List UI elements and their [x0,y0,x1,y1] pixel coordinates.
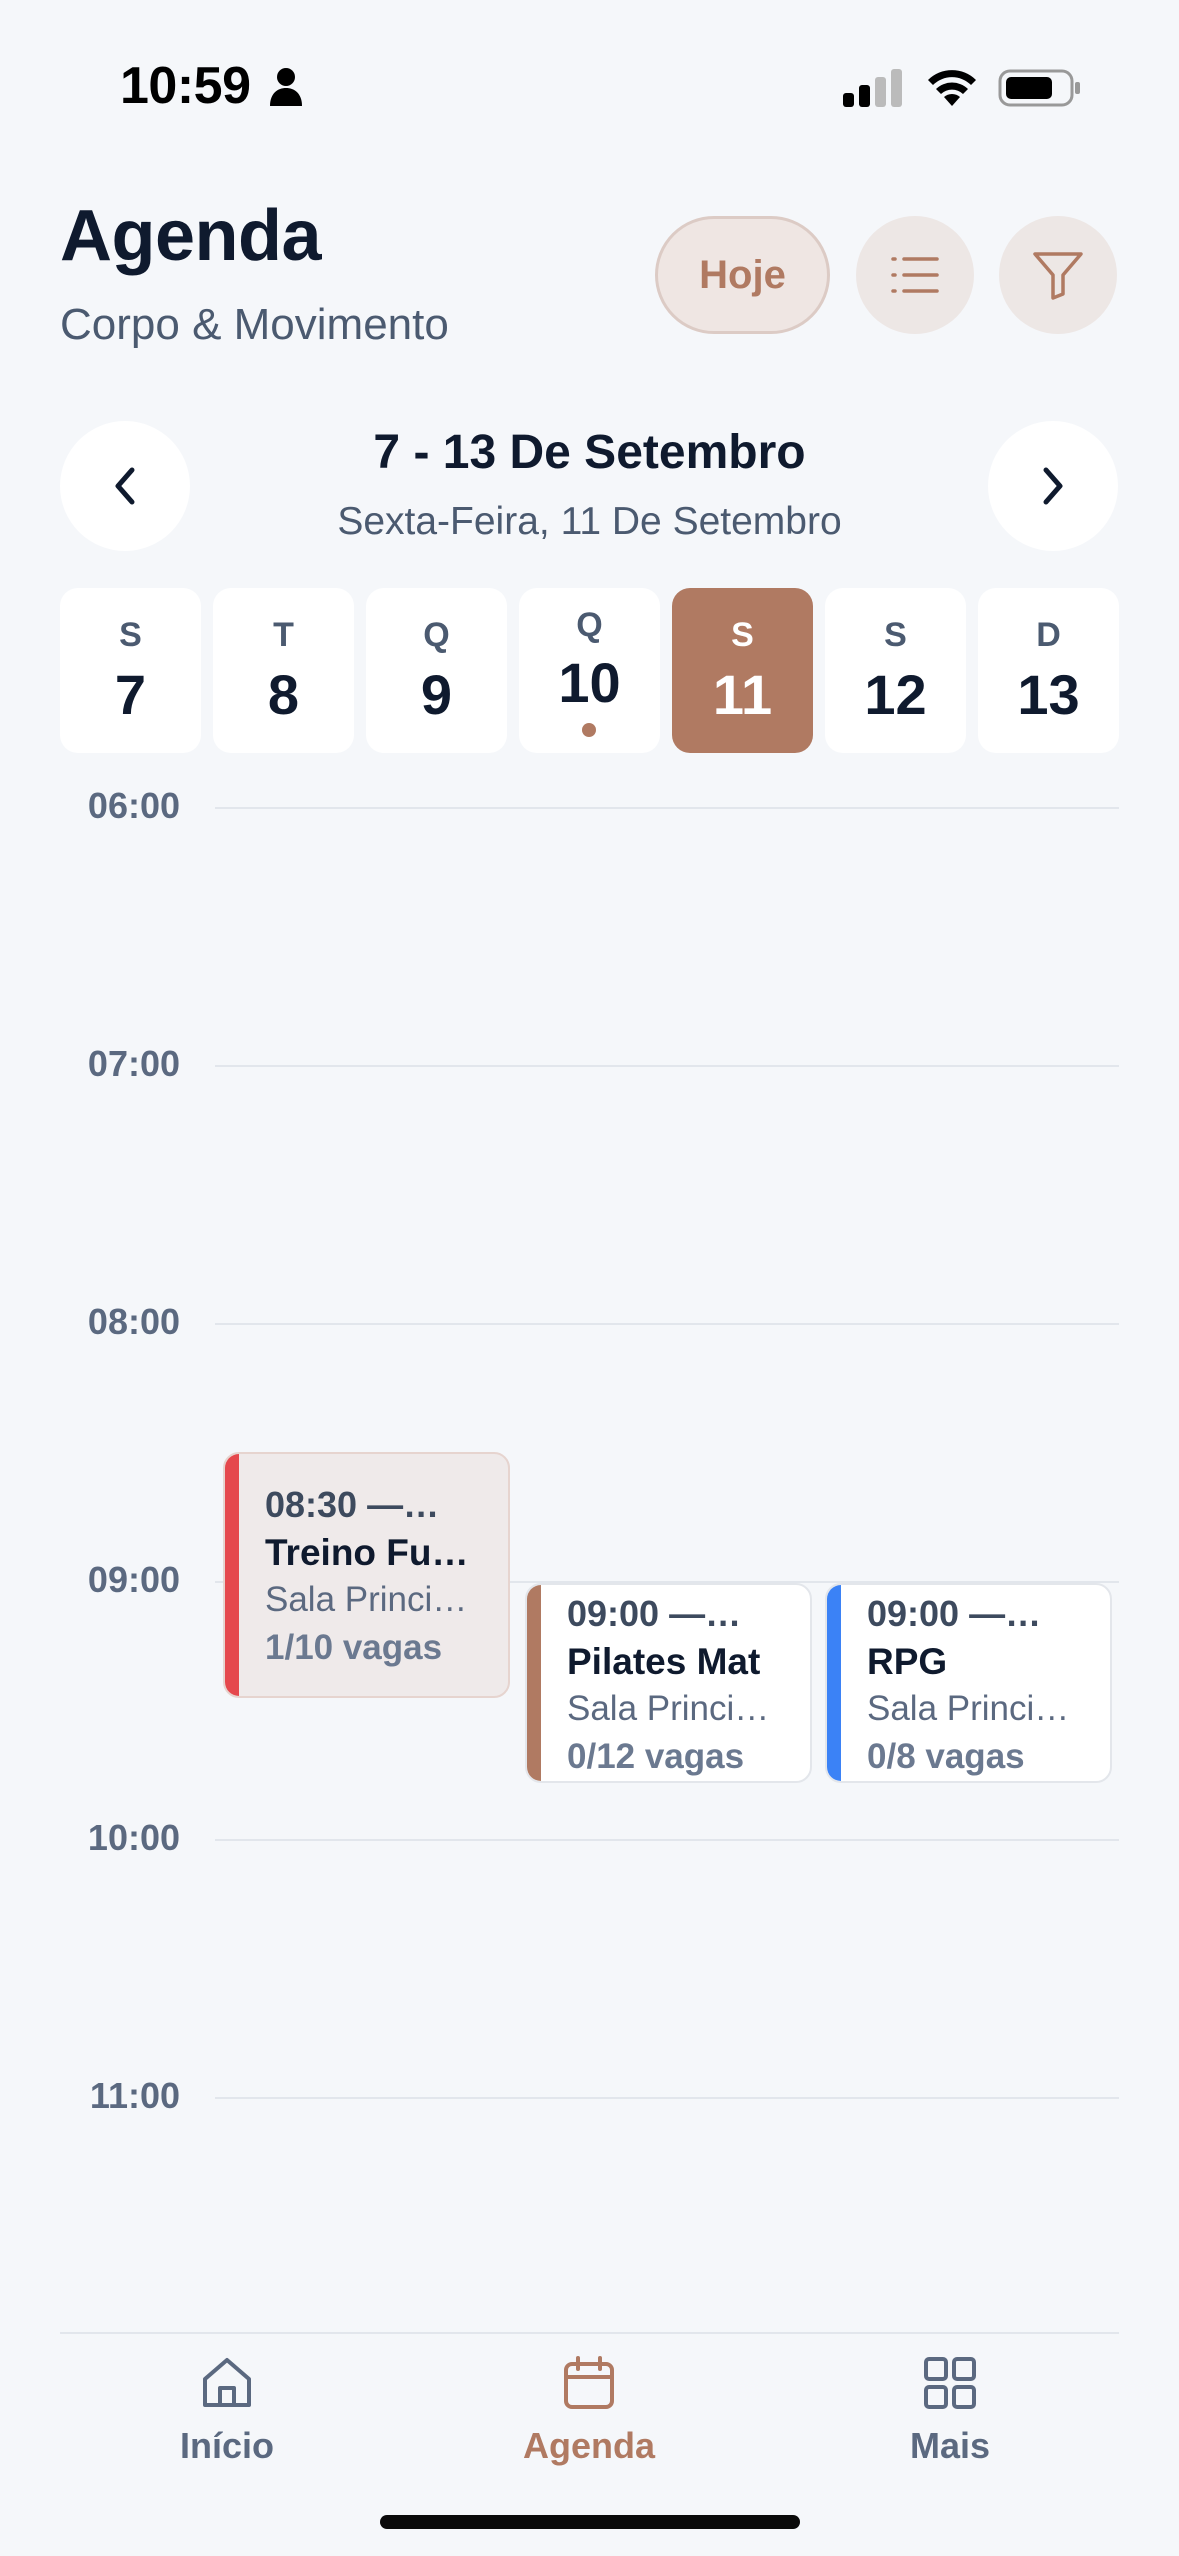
previous-week-button[interactable] [60,421,190,551]
event-title: Pilates Mat [567,1641,761,1682]
day-letter: S [119,616,142,654]
event-room: Sala Princi… [567,1689,770,1728]
agenda-screen: 10:59 Agenda Corpo & Movimento Hoje 7 - … [0,0,1179,2556]
event-title: Treino Fu… [265,1532,469,1573]
tab-inicio[interactable]: Início [107,2355,347,2485]
home-indicator[interactable] [380,2515,800,2529]
day-letter: S [884,616,907,654]
event-spots: 0/12 vagas [567,1737,745,1776]
event-spots: 1/10 vagas [265,1628,443,1667]
hour-label: 06:00 [87,785,180,826]
list-icon [891,257,939,293]
day-letter: Q [423,616,450,654]
day-number: 13 [1017,663,1080,726]
studio-name: Corpo & Movimento [60,300,449,349]
day-8[interactable]: T 8 [213,588,354,753]
day-letter: D [1036,616,1061,654]
hour-gridline [215,1065,1119,1067]
status-bar: 10:59 [0,0,1179,170]
hour-gridline [215,807,1119,809]
event-card-pilates[interactable]: 09:00 —… Pilates Mat Sala Princi… 0/12 v… [525,1583,812,1783]
day-letter: Q [576,606,603,644]
week-range: 7 - 13 De Setembro [373,426,806,479]
day-letter: S [731,616,754,654]
day-selector: S 7 T 8 Q 9 Q 10 S 11 S 12 D 13 [60,588,1120,753]
event-card-rpg[interactable]: 09:00 —… RPG Sala Princi… 0/8 vagas [825,1583,1112,1783]
day-9[interactable]: Q 9 [366,588,507,753]
tab-bar-divider [60,2332,1119,2334]
wifi-icon [928,70,976,106]
event-time: 08:30 —… [265,1484,440,1525]
tab-label: Agenda [522,2425,655,2466]
status-time: 10:59 [120,57,251,115]
events-indicator-dot [582,723,596,737]
hour-label: 09:00 [87,1559,180,1600]
chevron-left-icon [115,467,135,505]
event-accent-bar [225,1454,239,1696]
hour-gridline [215,1839,1119,1841]
day-12[interactable]: S 12 [825,588,966,753]
tab-label: Início [179,2425,274,2466]
event-time: 09:00 —… [567,1593,742,1634]
day-10[interactable]: Q 10 [519,588,660,753]
day-number: 12 [864,663,927,726]
event-card-treino[interactable]: 08:30 —… Treino Fu… Sala Princi… 1/10 va… [223,1452,510,1698]
home-icon [203,2358,251,2407]
event-room: Sala Princi… [867,1689,1070,1728]
tab-agenda[interactable]: Agenda [469,2355,709,2485]
battery-icon [998,69,1080,107]
filter-icon [1033,252,1083,300]
day-7[interactable]: S 7 [60,588,201,753]
event-title: RPG [867,1641,948,1682]
hour-gridline [215,1323,1119,1325]
event-accent-bar [527,1585,541,1781]
selected-date: Sexta-Feira, 11 De Setembro [337,500,842,543]
day-number: 7 [114,663,147,726]
cellular-signal-icon [843,69,902,107]
next-week-button[interactable] [988,421,1118,551]
hour-label: 11:00 [89,2075,180,2116]
day-number: 8 [267,663,300,726]
tab-label: Mais [909,2425,991,2466]
day-letter: T [273,616,294,654]
filter-button[interactable] [999,216,1117,334]
hour-gridline [215,2097,1119,2099]
day-number: 9 [420,663,453,726]
chevron-right-icon [1043,467,1063,505]
day-11-selected[interactable]: S 11 [672,588,813,753]
hour-label: 10:00 [87,1817,180,1858]
hour-label: 07:00 [87,1043,180,1084]
hour-label: 08:00 [87,1301,180,1342]
person-icon [270,68,302,106]
page-title: Agenda [60,196,322,276]
event-room: Sala Princi… [265,1580,468,1619]
day-number: 10 [558,651,621,714]
calendar-icon [564,2356,614,2409]
list-view-button[interactable] [856,216,974,334]
day-number: 11 [712,663,773,726]
event-time: 09:00 —… [867,1593,1042,1634]
today-button[interactable]: Hoje [655,216,830,334]
grid-icon [924,2357,976,2409]
event-accent-bar [827,1585,841,1781]
event-spots: 0/8 vagas [867,1737,1025,1776]
tab-mais[interactable]: Mais [830,2355,1070,2485]
day-13[interactable]: D 13 [978,588,1119,753]
